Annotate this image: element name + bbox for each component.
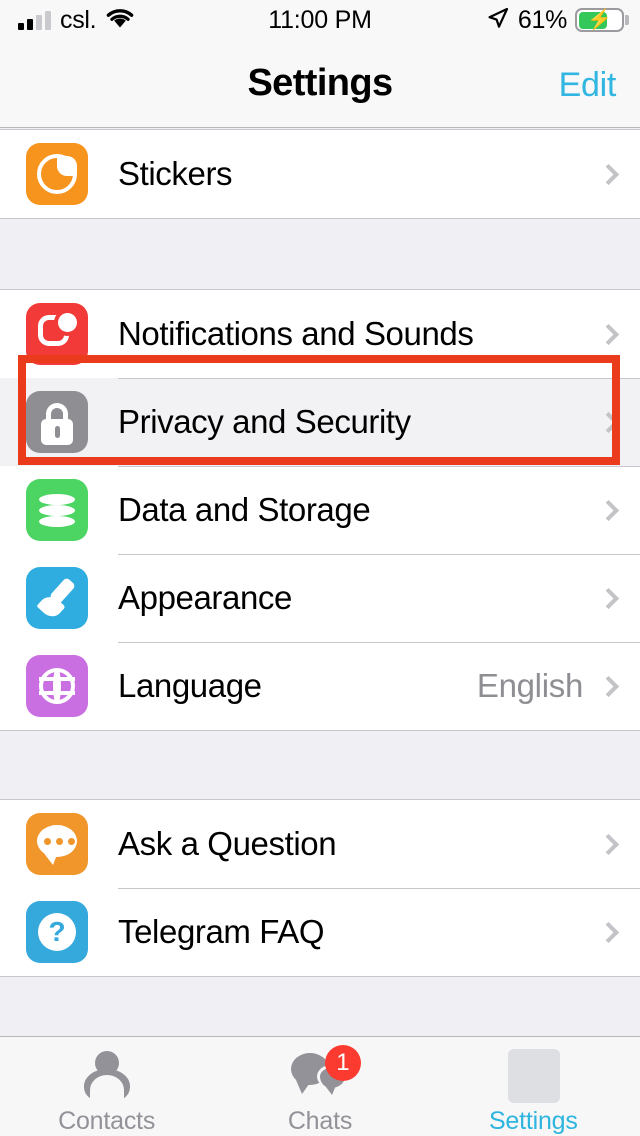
settings-group-3: Ask a Question ? Telegram FAQ xyxy=(0,799,640,977)
clock-label: 11:00 PM xyxy=(268,6,372,34)
chevron-right-icon xyxy=(597,323,620,345)
paintbrush-icon xyxy=(26,567,88,629)
row-label: Ask a Question xyxy=(118,825,337,862)
settings-row-data-and-storage[interactable]: Data and Storage xyxy=(0,466,640,554)
group-separator-2 xyxy=(0,731,640,799)
settings-row-telegram-faq[interactable]: ? Telegram FAQ xyxy=(0,888,640,976)
settings-row-ask-a-question[interactable]: Ask a Question xyxy=(0,800,640,888)
chevron-right-icon xyxy=(597,587,620,609)
page-title: Settings xyxy=(247,62,393,104)
row-label: Stickers xyxy=(118,155,233,192)
tab-settings[interactable]: Settings xyxy=(427,1037,640,1136)
chevron-right-icon xyxy=(597,921,620,943)
stickers-icon xyxy=(26,143,88,205)
row-label: Notifications and Sounds xyxy=(118,315,474,352)
settings-row-stickers[interactable]: Stickers xyxy=(0,130,640,218)
tab-label: Chats xyxy=(287,1107,353,1135)
tab-contacts[interactable]: Contacts xyxy=(0,1037,213,1136)
chevron-right-icon xyxy=(597,163,620,185)
navigation-bar: Settings Edit xyxy=(0,40,640,128)
tab-chats[interactable]: 1 Chats xyxy=(213,1037,426,1136)
person-icon xyxy=(76,1049,138,1105)
chevron-right-icon xyxy=(597,833,620,855)
edit-button[interactable]: Edit xyxy=(559,66,617,105)
unread-badge: 1 xyxy=(324,1045,361,1081)
settings-row-notifications[interactable]: Notifications and Sounds xyxy=(0,290,640,378)
database-icon xyxy=(26,479,88,541)
location-arrow-icon xyxy=(486,6,510,35)
row-value-language: English xyxy=(476,667,583,704)
settings-row-language[interactable]: Language English xyxy=(0,642,640,730)
row-label: Data and Storage xyxy=(118,491,371,528)
battery-percent-label: 61% xyxy=(517,5,567,34)
chevron-right-icon xyxy=(597,675,620,697)
tab-label: Contacts xyxy=(58,1107,156,1135)
settings-group-2: Notifications and Sounds Privacy and Sec… xyxy=(0,289,640,731)
lock-icon xyxy=(26,391,88,453)
settings-placeholder-icon xyxy=(502,1049,564,1103)
battery-charging-icon: ⚡ xyxy=(575,8,629,32)
phone-screen: csl. 11:00 PM 61% ⚡ Settings Edit Sticke… xyxy=(0,0,640,1136)
globe-icon xyxy=(26,655,88,717)
settings-row-appearance[interactable]: Appearance xyxy=(0,554,640,642)
group-separator-1 xyxy=(0,219,640,289)
tab-bar[interactable]: Contacts 1 Chats Settings xyxy=(0,1036,640,1136)
status-bar: csl. 11:00 PM 61% ⚡ xyxy=(0,0,640,40)
chevron-right-icon xyxy=(597,411,620,433)
status-bar-right: 61% ⚡ xyxy=(486,0,629,40)
row-label: Privacy and Security xyxy=(118,403,411,440)
chevron-right-icon xyxy=(597,499,620,521)
settings-row-privacy-and-security[interactable]: Privacy and Security xyxy=(0,378,640,466)
question-mark-icon: ? xyxy=(26,901,88,963)
row-label: Language xyxy=(118,667,262,704)
settings-group-1: Stickers xyxy=(0,129,640,219)
speech-bubble-icon xyxy=(26,813,88,875)
chats-icon: 1 xyxy=(289,1045,361,1102)
tab-label: Settings xyxy=(488,1107,578,1135)
notifications-icon xyxy=(26,303,88,365)
row-label: Appearance xyxy=(118,579,292,616)
row-label: Telegram FAQ xyxy=(118,913,325,950)
settings-list[interactable]: Stickers Notifications and Sounds Privac… xyxy=(0,129,640,1036)
